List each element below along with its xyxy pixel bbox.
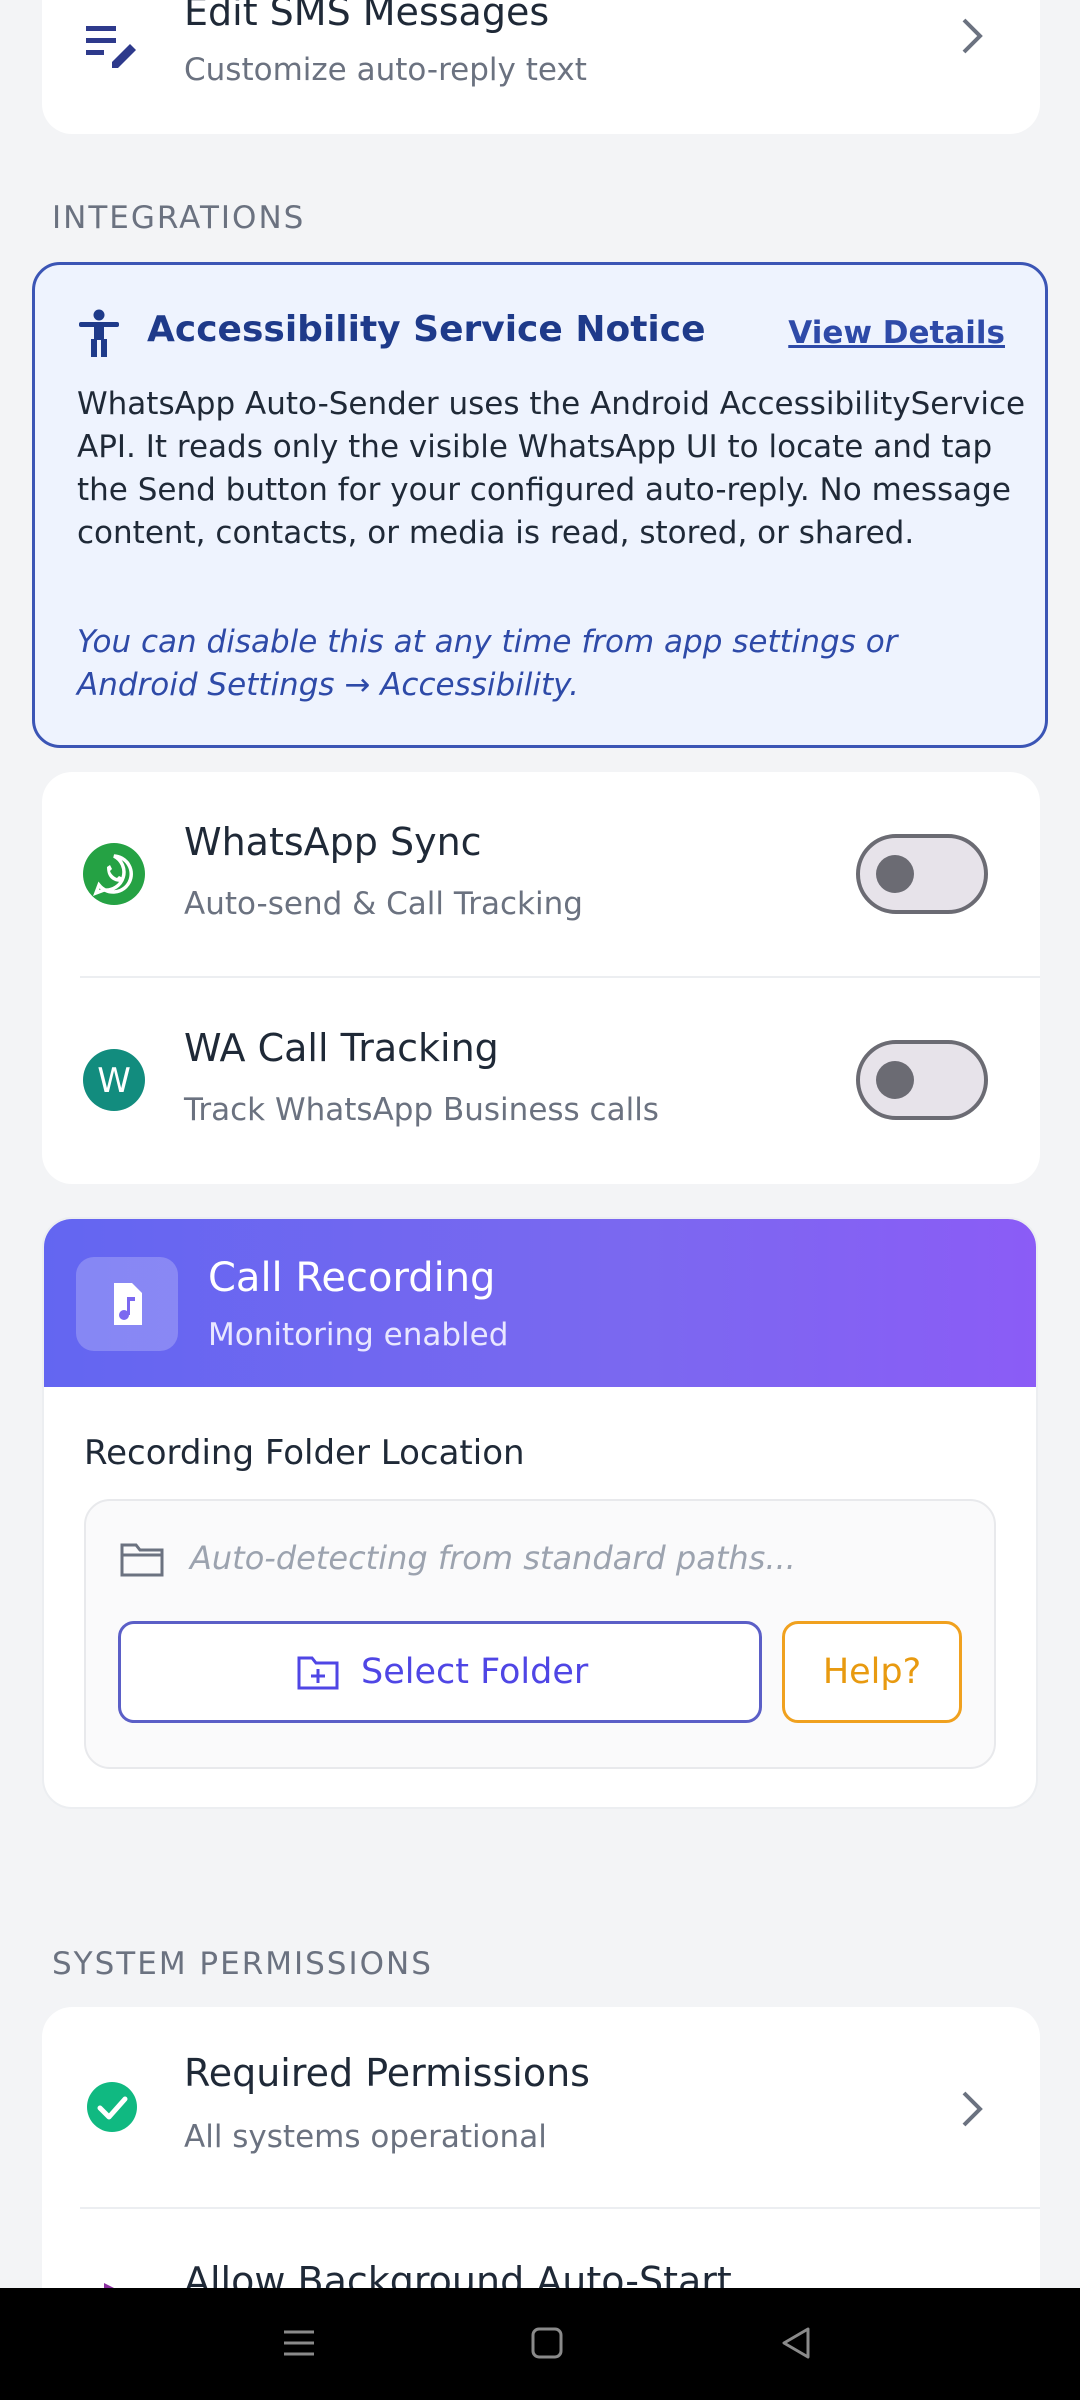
notice-note: You can disable this at any time from ap… xyxy=(77,624,898,703)
wa-call-tracking-toggle[interactable] xyxy=(856,1040,988,1120)
section-label-system-permissions: SYSTEM PERMISSIONS xyxy=(52,1946,433,1982)
required-permissions-subtitle: All systems operational xyxy=(184,2119,547,2155)
folder-icon xyxy=(120,1539,164,1581)
recording-folder-panel: Auto-detecting from standard paths... Se… xyxy=(84,1499,996,1769)
audio-file-icon xyxy=(76,1257,178,1351)
notice-title: Accessibility Service Notice xyxy=(147,309,706,350)
required-permissions-title: Required Permissions xyxy=(184,2051,590,2095)
check-circle-icon xyxy=(86,2081,138,2137)
whatsapp-sync-toggle[interactable] xyxy=(856,834,988,914)
edit-sms-card[interactable]: Edit SMS Messages Customize auto-reply t… xyxy=(42,0,1040,134)
whatsapp-sync-row[interactable]: WhatsApp Sync Auto-send & Call Tracking xyxy=(42,772,1040,976)
call-recording-subtitle: Monitoring enabled xyxy=(208,1317,509,1353)
whatsapp-sync-subtitle: Auto-send & Call Tracking xyxy=(184,886,583,922)
select-folder-button[interactable]: Select Folder xyxy=(118,1621,762,1723)
folder-add-icon xyxy=(297,1654,339,1694)
help-button-label: Help? xyxy=(822,1652,922,1692)
help-button[interactable]: Help? xyxy=(782,1621,962,1723)
accessibility-icon xyxy=(77,309,121,361)
recent-apps-icon[interactable] xyxy=(280,2324,318,2362)
edit-sms-subtitle: Customize auto-reply text xyxy=(184,52,587,88)
chevron-right-icon xyxy=(962,18,983,54)
system-navigation-bar xyxy=(0,2288,1080,2400)
wa-call-tracking-title: WA Call Tracking xyxy=(184,1026,499,1070)
whatsapp-card: WhatsApp Sync Auto-send & Call Tracking … xyxy=(42,772,1040,1184)
required-permissions-row[interactable]: Required Permissions All systems operati… xyxy=(42,2007,1040,2207)
wa-call-tracking-subtitle: Track WhatsApp Business calls xyxy=(184,1092,659,1128)
home-icon[interactable] xyxy=(528,2324,566,2362)
edit-sms-title: Edit SMS Messages xyxy=(184,0,550,34)
notice-body: WhatsApp Auto-Sender uses the Android Ac… xyxy=(77,386,1026,551)
toggle-knob xyxy=(876,1061,914,1099)
call-recording-header: Call Recording Monitoring enabled xyxy=(44,1219,1036,1387)
wa-business-letter: W xyxy=(97,1061,131,1101)
call-recording-title: Call Recording xyxy=(208,1255,496,1301)
wa-business-icon: W xyxy=(82,1048,146,1116)
accessibility-notice: Accessibility Service Notice View Detail… xyxy=(32,262,1048,748)
call-recording-card: Call Recording Monitoring enabled Record… xyxy=(42,1217,1038,1809)
back-icon[interactable] xyxy=(776,2324,814,2362)
recording-path-input[interactable]: Auto-detecting from standard paths... xyxy=(190,1539,796,1577)
edit-list-icon xyxy=(82,18,138,72)
section-label-integrations: INTEGRATIONS xyxy=(52,200,306,236)
wa-call-tracking-row[interactable]: W WA Call Tracking Track WhatsApp Busine… xyxy=(42,978,1040,1184)
whatsapp-sync-title: WhatsApp Sync xyxy=(184,820,482,864)
view-details-link[interactable]: View Details xyxy=(788,315,1005,351)
chevron-right-icon xyxy=(962,2091,983,2127)
select-folder-label: Select Folder xyxy=(361,1652,589,1692)
recording-folder-label: Recording Folder Location xyxy=(84,1433,525,1473)
toggle-knob xyxy=(876,855,914,893)
whatsapp-icon xyxy=(82,842,146,910)
